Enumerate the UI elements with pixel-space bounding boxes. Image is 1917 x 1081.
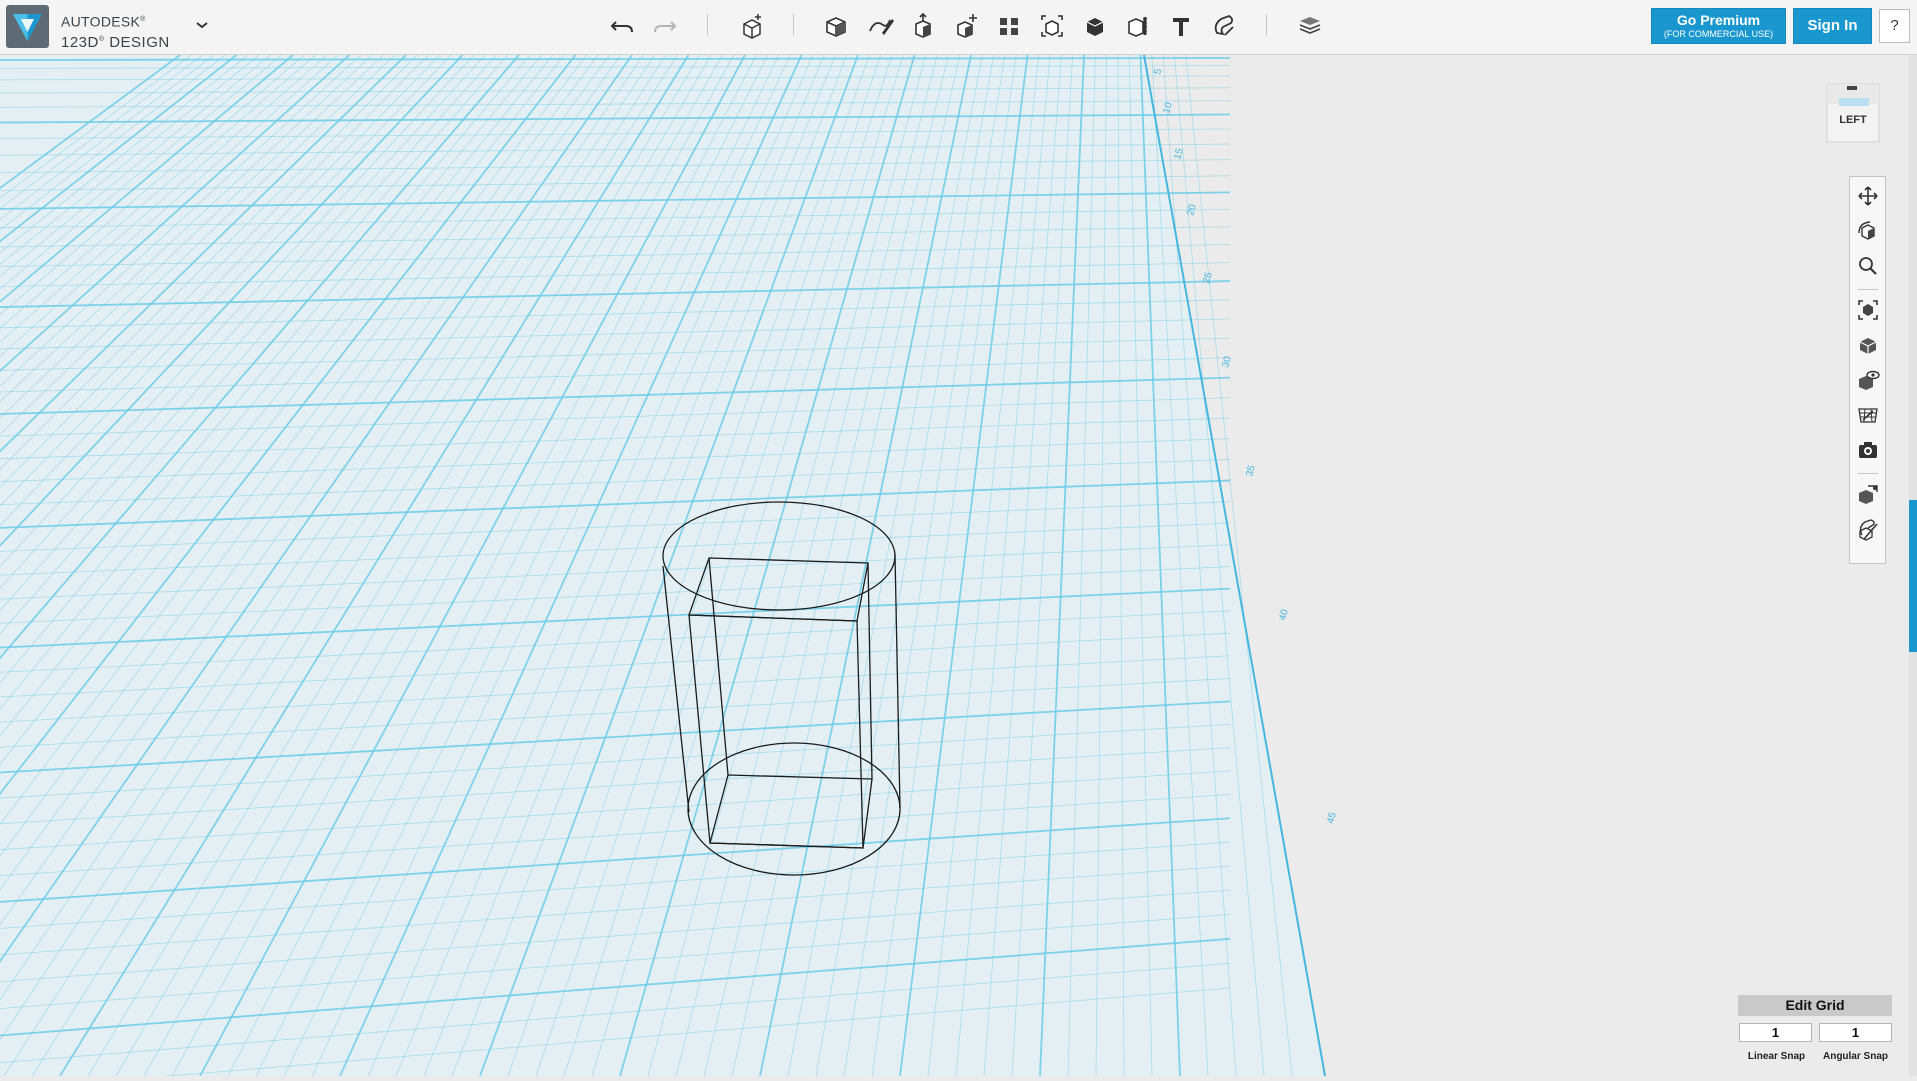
grid-ruler-label: 10 [1161, 101, 1175, 115]
measure-icon[interactable] [1123, 11, 1153, 41]
go-premium-button[interactable]: Go Premium (FOR COMMERCIAL USE) [1651, 8, 1786, 44]
angular-snap-input[interactable]: 1 [1819, 1023, 1892, 1042]
view-cube-face-label: LEFT [1839, 114, 1867, 126]
snap-settings-icon[interactable] [1856, 517, 1880, 541]
main-toolbar: AUTODESK® 123D® DESIGN Go Premium (FOR C… [0, 0, 1917, 55]
primitives-icon[interactable] [821, 11, 851, 41]
grid-ruler-label: 20 [1185, 203, 1199, 217]
sign-in-button[interactable]: Sign In [1793, 8, 1872, 44]
text-icon[interactable] [1166, 11, 1196, 41]
help-button[interactable]: ? [1879, 9, 1910, 43]
undo-icon[interactable] [607, 11, 637, 41]
brand-autodesk-mark: ® [140, 16, 146, 23]
toolbar-separator [707, 14, 708, 36]
linear-snap-input[interactable]: 1 [1739, 1023, 1812, 1042]
grid-ruler-label: 25 [1201, 271, 1215, 285]
app-logo[interactable] [6, 5, 49, 48]
brand-123d: 123D [61, 33, 99, 51]
edit-grid-button[interactable]: Edit Grid [1738, 995, 1892, 1016]
navbar-separator [1858, 289, 1878, 290]
modify-icon[interactable] [951, 11, 981, 41]
perspective-icon[interactable] [1856, 333, 1880, 357]
viewport-3d[interactable]: 5 10 15 20 25 30 35 40 45 [0, 54, 1917, 1081]
chevron-down-icon[interactable] [193, 16, 211, 34]
combine-icon[interactable] [1080, 11, 1110, 41]
material-settings-icon[interactable] [1856, 482, 1880, 506]
grid-ruler-label: 5 [1152, 67, 1164, 76]
grid-toggle-icon[interactable] [1856, 403, 1880, 427]
zoom-icon[interactable] [1856, 254, 1880, 278]
grid-ruler-label: 35 [1244, 464, 1258, 478]
toolbar-separator [1266, 14, 1267, 36]
brand-autodesk: AUTODESK [61, 13, 141, 30]
go-premium-label: Go Premium [1676, 12, 1761, 28]
group-icon[interactable] [1037, 11, 1067, 41]
linear-snap-label: Linear Snap [1747, 1051, 1806, 1062]
material-icon[interactable] [1295, 11, 1325, 41]
visibility-icon[interactable] [1856, 368, 1880, 392]
grid-ruler-label: 30 [1220, 355, 1234, 369]
brand-design: DESIGN [109, 33, 170, 51]
angular-snap-label: Angular Snap [1822, 1051, 1888, 1062]
snap-icon[interactable] [1209, 11, 1239, 41]
sketch-icon[interactable] [865, 11, 895, 41]
brand-123d-mark: ® [98, 35, 105, 43]
navbar-separator [1858, 473, 1878, 474]
grid-ruler-label: 40 [1277, 608, 1291, 622]
fit-to-view-icon[interactable] [1856, 298, 1880, 322]
side-panel-toggle[interactable] [1909, 500, 1917, 652]
navigation-bar [1849, 176, 1886, 564]
screenshot-icon[interactable] [1856, 438, 1880, 462]
pattern-icon[interactable] [994, 11, 1024, 41]
grid-canvas: 51015202530354045 [0, 54, 1339, 1081]
construct-icon[interactable] [908, 11, 938, 41]
app-brand: AUTODESK® 123D® DESIGN [61, 11, 170, 51]
view-cube-icon [1826, 83, 1880, 143]
grid-ruler-label: 45 [1325, 811, 1339, 825]
edit-grid-panel: Edit Grid 1 1 Linear Snap Angular Snap [1738, 995, 1892, 1065]
view-cube[interactable] [1823, 74, 1883, 146]
transform-icon[interactable] [737, 11, 767, 41]
toolbar-separator [793, 14, 794, 36]
pan-icon[interactable] [1856, 184, 1880, 208]
orbit-icon[interactable] [1856, 219, 1880, 243]
redo-icon[interactable] [650, 11, 680, 41]
logo-icon [13, 14, 42, 41]
go-premium-sub-label: (FOR COMMERCIAL USE) [1663, 29, 1774, 39]
